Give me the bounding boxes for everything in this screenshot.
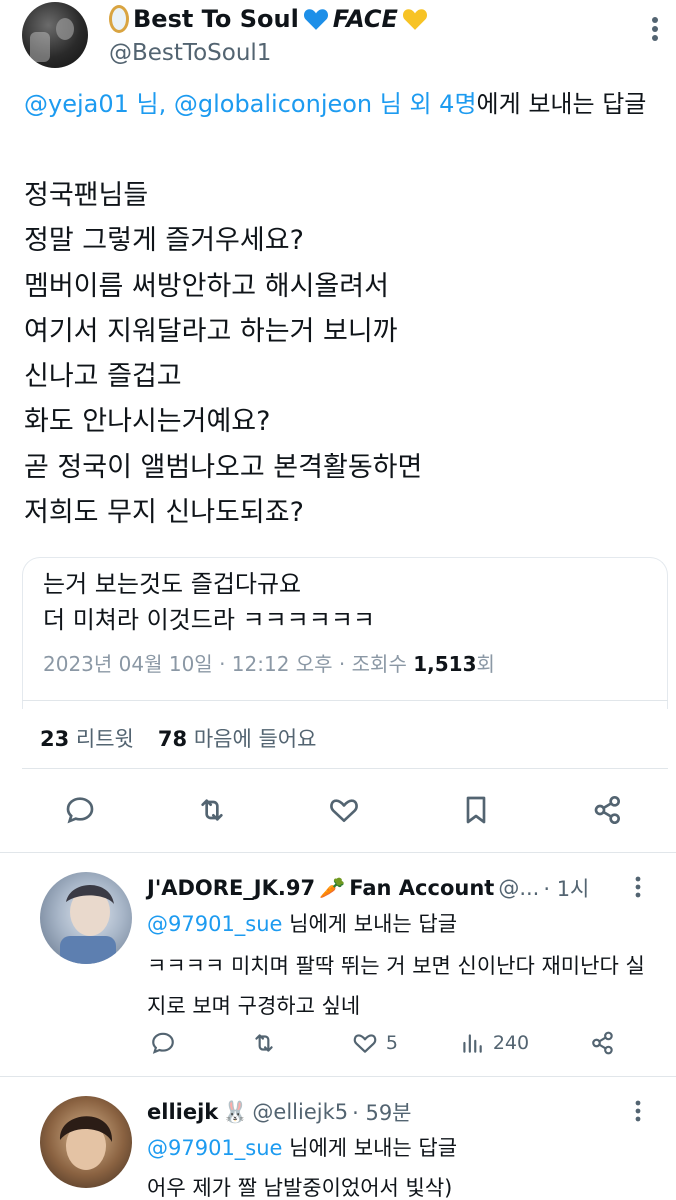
divider: [0, 1076, 676, 1077]
reply-avatar[interactable]: [40, 872, 132, 964]
mirror-emoji-icon: [109, 5, 129, 33]
reply-to-suffix: 에게 보내는 답글: [476, 90, 647, 118]
blue-heart-icon: [303, 9, 328, 30]
reply-timestamp[interactable]: · 59분: [352, 1097, 411, 1127]
author-name[interactable]: Best To Soul FACE: [109, 2, 428, 36]
reply-replying-to: @97901_sue 님에게 보내는 답글: [147, 1132, 457, 1162]
share-icon[interactable]: [590, 1030, 630, 1056]
avatar-figure: [59, 1116, 113, 1170]
divider: [22, 700, 668, 701]
mention-others-link[interactable]: 님 외 4명: [372, 90, 477, 118]
quote-text-line: 더 미쳐라 이것드라 ㅋㅋㅋㅋㅋㅋ: [43, 606, 376, 634]
retweet-count: 23: [40, 727, 70, 751]
body-line: 여기서 지워달라고 하는거 보니까: [24, 315, 398, 347]
tweet-page: Best To Soul FACE @BestToSoul1 @yeja01 님…: [0, 0, 676, 1200]
reply-action-bar: 5 240: [150, 1026, 630, 1060]
mention-yeja01[interactable]: @yeja01: [24, 90, 129, 118]
tweet-body: 정국팬님들 정말 그렇게 즐거우세요? 멤버이름 써방안하고 해시올려서 여기서…: [24, 173, 664, 535]
reply-author-name-suffix[interactable]: Fan Account: [349, 876, 494, 900]
reply-icon[interactable]: [150, 1030, 190, 1056]
more-options-icon[interactable]: [640, 14, 670, 44]
heart-icon: [353, 1034, 377, 1053]
divider: [22, 768, 668, 769]
reply-to-suffix: 님에게 보내는 답글: [282, 1136, 458, 1160]
divider: [0, 852, 676, 853]
body-line: 멤버이름 써방안하고 해시올려서: [24, 270, 389, 302]
retweet-icon[interactable]: [251, 1030, 291, 1056]
yellow-heart-icon: [402, 9, 427, 30]
more-options-icon[interactable]: [626, 1096, 650, 1126]
bookmark-icon[interactable]: [460, 794, 492, 830]
reply-author-name[interactable]: elliejk: [147, 1100, 218, 1124]
retweet-stat[interactable]: 23 리트윗: [40, 723, 134, 753]
body-line: 신나고 즐겁고: [24, 361, 182, 393]
reply-icon[interactable]: [64, 794, 96, 830]
reply-separator: 님,: [128, 90, 174, 118]
body-line: 정말 그렇게 즐거우세요?: [24, 225, 304, 257]
reply-author-handle[interactable]: @...: [498, 876, 539, 900]
body-line: 곧 정국이 앨범나오고 본격활동하면: [24, 451, 423, 483]
reply-avatar[interactable]: [40, 1096, 132, 1188]
like-count: 78: [157, 727, 188, 751]
quote-text-line: 는거 보는것도 즐겁다규요: [43, 570, 302, 598]
reply-replying-to: @97901_sue 님에게 보내는 답글: [147, 908, 457, 938]
reply-view-count: 240: [492, 1032, 530, 1054]
retweet-label: 리트윗: [75, 727, 134, 751]
reply-header: elliejk 🐰 @elliejk5 · 59분: [147, 1096, 412, 1128]
like-stat[interactable]: 78 마음에 들어요: [158, 723, 317, 753]
reply-author-handle[interactable]: @elliejk5: [252, 1100, 348, 1124]
views-bar-chart-icon: [463, 1034, 482, 1053]
rabbit-emoji-icon: 🐰: [222, 1099, 249, 1124]
author-name-text: Best To Soul: [133, 5, 299, 33]
quote-view-suffix: 회: [476, 652, 495, 676]
author-avatar[interactable]: [22, 2, 88, 68]
quoted-tweet-image[interactable]: 는거 보는것도 즐겁다규요 더 미쳐라 이것드라 ㅋㅋㅋㅋㅋㅋ 2023년 04…: [22, 557, 668, 709]
reply-like-count: 5: [385, 1032, 398, 1054]
body-line: 정국팬님들: [24, 180, 149, 211]
carrot-emoji-icon: 🥕: [319, 875, 346, 900]
retweet-icon[interactable]: [196, 794, 228, 830]
reply-mention[interactable]: @97901_sue: [147, 1136, 282, 1160]
like-label: 마음에 들어요: [193, 727, 317, 751]
like-icon[interactable]: [328, 794, 360, 830]
quote-timestamp: 2023년 04월 10일 · 12:12 오후 · 조회수: [43, 652, 414, 676]
mention-globaliconjeon[interactable]: @globaliconjeon: [174, 90, 372, 118]
more-options-icon[interactable]: [626, 872, 650, 902]
like-button[interactable]: 5: [352, 1030, 398, 1056]
quote-view-count: 1,513: [413, 652, 477, 676]
body-line: 화도 안나시는거예요?: [24, 406, 271, 438]
avatar-figure: [60, 885, 116, 964]
reply-mention[interactable]: @97901_sue: [147, 912, 282, 936]
replying-to-line: @yeja01 님, @globaliconjeon 님 외 4명에게 보내는 …: [24, 88, 669, 121]
body-line: 저희도 무지 신나도되죠?: [24, 497, 304, 529]
views-button[interactable]: 240: [459, 1030, 529, 1056]
tweet-action-bar: [64, 790, 624, 834]
author-name-face: FACE: [332, 5, 398, 33]
reply-timestamp[interactable]: · 1시: [543, 873, 589, 903]
reply-text: 어우 제가 짤 남발중이었어서 빛삭): [147, 1176, 453, 1200]
quote-timestamp-views: 2023년 04월 10일 · 12:12 오후 · 조회수 1,513회: [43, 648, 495, 677]
reply-author-name[interactable]: J'ADORE_JK.97: [147, 876, 315, 900]
reply-header: J'ADORE_JK.97 🥕 Fan Account @... · 1시: [147, 872, 589, 904]
reply-text: ㅋㅋㅋㅋ 미치며 팔딱 뛰는 거 보면 신이난다 재미난다 실지로 보며 구경하…: [147, 954, 645, 1018]
reply-item[interactable]: elliejk 🐰 @elliejk5 · 59분 @97901_sue 님에게…: [0, 1096, 676, 1200]
share-icon[interactable]: [592, 794, 624, 830]
author-handle[interactable]: @BestToSoul1: [109, 40, 271, 66]
reply-item[interactable]: J'ADORE_JK.97 🥕 Fan Account @... · 1시 @9…: [0, 872, 676, 1072]
reply-to-suffix: 님에게 보내는 답글: [282, 912, 458, 936]
engagement-stats: 23 리트윗 78 마음에 들어요: [40, 723, 316, 753]
